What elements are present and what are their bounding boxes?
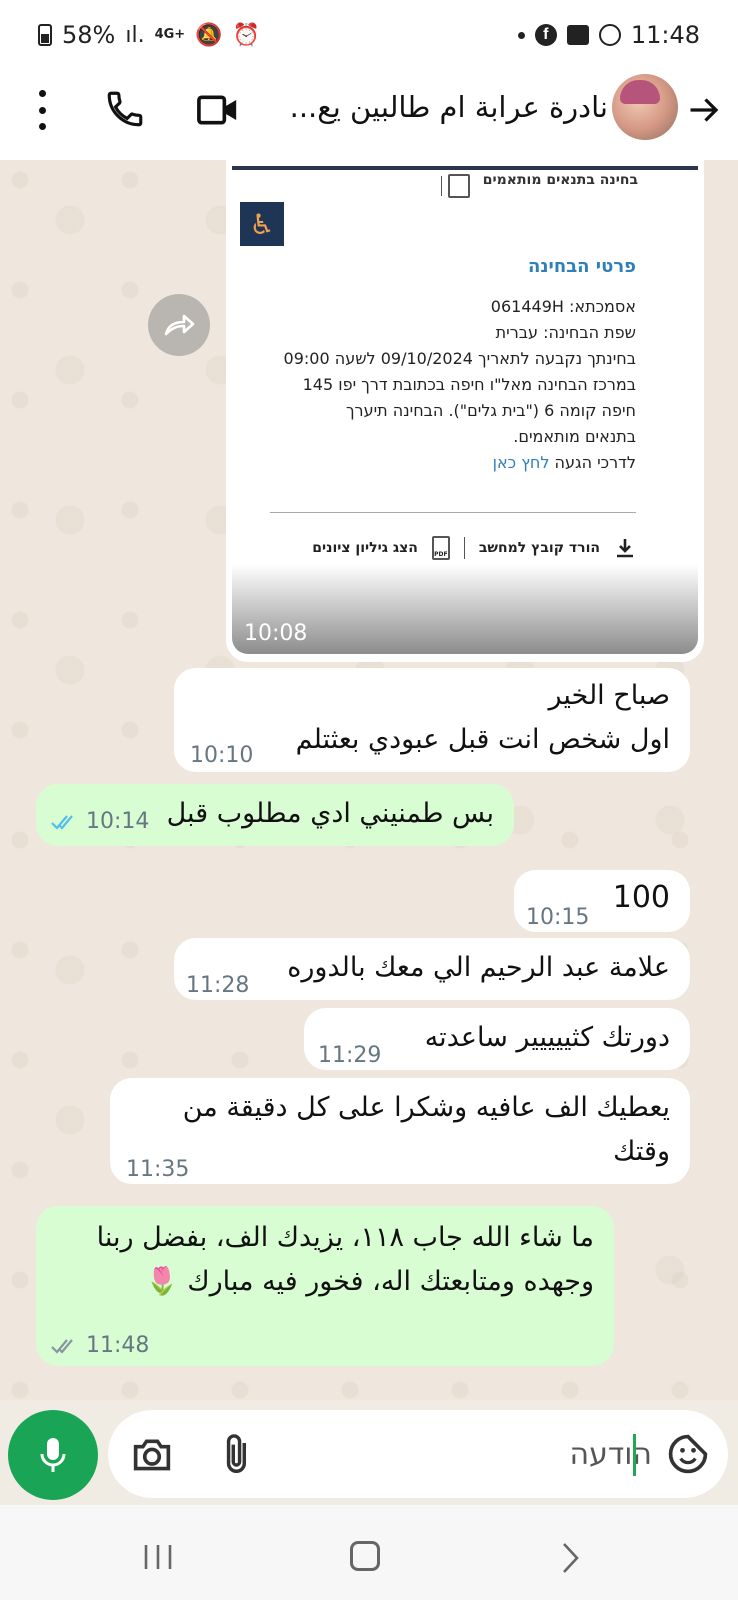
download-label: הורד קובץ למחשב xyxy=(478,540,600,556)
status-left: 58% ıl. 4G+ 🔕 ⏰ xyxy=(38,21,260,49)
download-icon xyxy=(617,539,633,558)
whatsapp-icon xyxy=(598,24,621,46)
system-nav-bar xyxy=(0,1505,738,1600)
message-time: 11:28 xyxy=(186,973,250,998)
attach-icon[interactable] xyxy=(218,1432,258,1476)
message-text: صباح الخير xyxy=(548,680,670,711)
grades-label: הצג גיליון ציונים xyxy=(312,540,418,556)
delivered-ticks-icon xyxy=(51,1339,73,1354)
message-meta: 11:48 xyxy=(50,1324,149,1368)
message-text: يعطيك الف عافيه وشكرا على كل دقيقة من xyxy=(182,1092,670,1123)
accessibility-icon: ♿ xyxy=(240,202,284,246)
message-text: اول شخص انت قبل عبودي بعثتلم xyxy=(295,724,670,755)
camera-icon[interactable] xyxy=(130,1434,174,1474)
signal-icon: ıl. xyxy=(125,22,145,48)
message-time: 10:08 xyxy=(244,621,308,646)
contact-name[interactable]: نادرة عرابة ام طالبين يع... xyxy=(290,90,608,124)
doc-line: חיפה קומה 6 ("בית גלים"). הבחינה תיערך xyxy=(345,401,636,420)
exam-document-image[interactable]: בחינה בתנאים מותאמים ♿ פרטי הבחינה אסמכת… xyxy=(232,166,698,654)
doc-actions: הורד קובץ למחשב PDF הצג גיליון ציונים xyxy=(312,536,636,560)
chat-area[interactable]: בחינה בתנאים מותאמים ♿ פרטי הבחינה אסמכת… xyxy=(0,160,738,1400)
mic-icon xyxy=(40,1438,66,1472)
doc-line: אסמכתא: 061449H xyxy=(490,297,636,316)
doc-top-label: בחינה בתנאים מותאמים xyxy=(482,172,638,188)
battery-level: 58% xyxy=(62,21,116,49)
message-text: وجهده ومتابعتك اله، فخور فيه مبارك 🌷 xyxy=(145,1266,594,1297)
incoming-message[interactable]: صباح الخير اول شخص انت قبل عبودي بعثتلم … xyxy=(174,668,690,772)
forward-icon xyxy=(164,314,195,336)
pdf-icon: PDF xyxy=(431,536,450,560)
incoming-message[interactable]: يعطيك الف عافيه وشكرا على كل دقيقة من وق… xyxy=(110,1078,690,1184)
message-time: 10:14 xyxy=(86,809,150,834)
message-input[interactable] xyxy=(412,1430,652,1478)
notification-dot-icon xyxy=(517,31,525,39)
network-type: 4G+ xyxy=(154,27,186,42)
doc-section-title: פרטי הבחינה xyxy=(528,256,636,277)
message-time: 11:48 xyxy=(86,1333,150,1358)
separator xyxy=(463,537,465,559)
nav-back-icon[interactable] xyxy=(556,1541,584,1575)
message-text: ما شاء الله جاب ١١٨، يزيدك الف، بفضل ربن… xyxy=(96,1222,594,1253)
mute-icon: 🔕 xyxy=(195,22,223,48)
facebook-icon: f xyxy=(534,24,557,46)
message-time: 10:10 xyxy=(190,743,254,768)
video-call-icon[interactable] xyxy=(196,90,240,130)
incoming-message[interactable]: علامة عبد الرحيم الي معك بالدوره 11:28 xyxy=(174,938,690,1000)
image-message[interactable]: בחינה בתנאים מותאמים ♿ פרטי הבחינה אסמכת… xyxy=(226,160,704,662)
read-ticks-icon xyxy=(51,815,73,830)
message-time: 10:15 xyxy=(526,905,590,930)
phone-icon[interactable] xyxy=(104,88,146,130)
text-caret xyxy=(633,1434,636,1476)
message-time: 11:35 xyxy=(126,1157,190,1182)
doc-line: בתנאים מותאמים. xyxy=(513,427,636,446)
doc-line: בחינתך נקבעה לתאריך 09/10/2024 לשעה 09:0… xyxy=(283,349,636,368)
separator xyxy=(441,176,442,196)
directions-prefix: לדרכי הגעה xyxy=(554,453,637,472)
doc-line: שפת הבחינה: עברית xyxy=(495,323,636,342)
forward-button[interactable] xyxy=(148,294,210,356)
gallery-icon xyxy=(566,25,589,45)
mic-button[interactable] xyxy=(8,1410,98,1500)
menu-dots-icon[interactable] xyxy=(30,90,54,130)
status-right: f 11:48 xyxy=(517,21,700,49)
status-bar: 58% ıl. 4G+ 🔕 ⏰ f 11:48 xyxy=(0,0,738,70)
battery-icon xyxy=(38,24,52,46)
doc-line: במרכז הבחינה מאל"ו חיפה בכתובת דרך יפו 1… xyxy=(302,375,636,394)
clock: 11:48 xyxy=(630,21,700,49)
outgoing-message[interactable]: ما شاء الله جاب ١١٨، يزيدك الف، بفضل ربن… xyxy=(36,1206,614,1366)
emoji-sticker-icon[interactable] xyxy=(666,1432,710,1476)
outgoing-message[interactable]: بس طمنيني ادي مطلوب قبل 10:14 xyxy=(36,784,514,846)
back-arrow-icon[interactable] xyxy=(686,92,722,128)
recents-icon[interactable] xyxy=(142,1543,174,1571)
home-icon[interactable] xyxy=(350,1541,380,1571)
avatar[interactable] xyxy=(612,74,678,140)
message-meta: 10:14 xyxy=(50,800,149,844)
chat-header: نادرة عرابة ام طالبين يع... xyxy=(0,70,738,160)
alarm-icon: ⏰ xyxy=(232,22,260,48)
incoming-message[interactable]: دورتك كثييييير ساعدته 11:29 xyxy=(304,1008,690,1070)
message-composer xyxy=(108,1410,728,1498)
doc-line-directions: לדרכי הגעה לחץ כאן xyxy=(256,450,636,476)
directions-link: לחץ כאן xyxy=(492,453,550,472)
message-text: علامة عبد الرحيم الي معك بالدوره xyxy=(287,952,670,983)
document-icon xyxy=(448,174,470,198)
doc-divider xyxy=(270,512,636,513)
incoming-message[interactable]: 100 10:15 xyxy=(514,870,690,932)
message-time: 11:29 xyxy=(318,1043,382,1068)
doc-details: אסמכתא: 061449H שפת הבחינה: עברית בחינתך… xyxy=(256,294,636,476)
message-text: وقتك xyxy=(613,1136,670,1167)
